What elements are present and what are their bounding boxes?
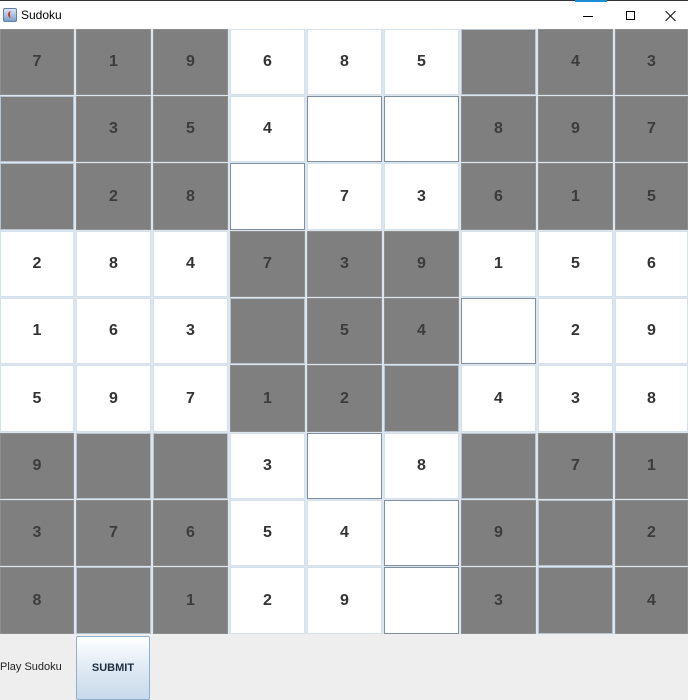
sudoku-cell[interactable]: 2: [0, 231, 74, 297]
sudoku-cell-empty[interactable]: [230, 298, 305, 364]
title-bar: Sudoku: [0, 0, 688, 29]
sudoku-cell[interactable]: 1: [615, 433, 688, 499]
sudoku-cell[interactable]: 3: [384, 163, 459, 230]
sudoku-cell[interactable]: 8: [76, 231, 151, 297]
sudoku-cell[interactable]: 9: [0, 433, 74, 499]
sudoku-cell[interactable]: 1: [76, 29, 151, 95]
sudoku-cell[interactable]: 8: [0, 567, 74, 634]
sudoku-cell[interactable]: 1: [153, 567, 228, 634]
minimize-button[interactable]: [565, 1, 611, 30]
sudoku-cell[interactable]: 3: [461, 567, 536, 634]
sudoku-cell[interactable]: 5: [153, 96, 228, 162]
sudoku-cell[interactable]: 3: [230, 433, 305, 499]
sudoku-cell[interactable]: 4: [615, 567, 688, 634]
bottom-panel: Play Sudoku SUBMIT: [0, 634, 688, 700]
sudoku-cell[interactable]: 7: [615, 96, 688, 162]
sudoku-cell[interactable]: 9: [615, 298, 688, 364]
sudoku-cell[interactable]: 6: [230, 29, 305, 95]
sudoku-cell[interactable]: 3: [307, 231, 382, 297]
sudoku-cell-empty[interactable]: [384, 96, 459, 162]
sudoku-cell[interactable]: 3: [76, 96, 151, 162]
sudoku-cell-empty[interactable]: [461, 29, 536, 95]
submit-button[interactable]: SUBMIT: [76, 636, 150, 700]
sudoku-cell[interactable]: 9: [384, 231, 459, 297]
sudoku-cell[interactable]: 7: [153, 365, 228, 432]
sudoku-cell[interactable]: 9: [307, 567, 382, 634]
sudoku-cell-empty[interactable]: [0, 163, 74, 230]
sudoku-cell[interactable]: 5: [538, 231, 613, 297]
sudoku-cell[interactable]: 7: [76, 500, 151, 566]
close-icon: [665, 10, 677, 22]
sudoku-cell[interactable]: 6: [615, 231, 688, 297]
sudoku-cell[interactable]: 3: [615, 29, 688, 95]
sudoku-cell-empty[interactable]: [384, 500, 459, 566]
sudoku-cell-empty[interactable]: [307, 96, 382, 162]
sudoku-cell-empty[interactable]: [384, 365, 459, 432]
sudoku-cell[interactable]: 5: [384, 29, 459, 95]
sudoku-cell[interactable]: 5: [307, 298, 382, 364]
sudoku-cell[interactable]: 5: [0, 365, 74, 432]
sudoku-grid: 7196854335489728736152847391561635429597…: [0, 29, 688, 634]
sudoku-cell[interactable]: 4: [307, 500, 382, 566]
sudoku-cell[interactable]: 5: [230, 500, 305, 566]
sudoku-cell[interactable]: 6: [76, 298, 151, 364]
sudoku-cell[interactable]: 4: [153, 231, 228, 297]
sudoku-cell[interactable]: 8: [461, 96, 536, 162]
sudoku-cell[interactable]: 3: [153, 298, 228, 364]
sudoku-cell[interactable]: 7: [307, 163, 382, 230]
sudoku-cell[interactable]: 2: [538, 298, 613, 364]
sudoku-cell-empty[interactable]: [461, 433, 536, 499]
sudoku-cell-empty[interactable]: [76, 433, 151, 499]
sudoku-cell[interactable]: 9: [461, 500, 536, 566]
sudoku-cell[interactable]: 2: [230, 567, 305, 634]
sudoku-cell-empty[interactable]: [461, 298, 536, 364]
sudoku-cell-empty[interactable]: [307, 433, 382, 499]
sudoku-cell[interactable]: 1: [461, 231, 536, 297]
sudoku-cell[interactable]: 7: [538, 433, 613, 499]
sudoku-cell[interactable]: 8: [615, 365, 688, 432]
java-app-icon: [3, 8, 17, 22]
sudoku-cell[interactable]: 9: [153, 29, 228, 95]
sudoku-cell[interactable]: 8: [307, 29, 382, 95]
sudoku-cell-empty[interactable]: [384, 567, 459, 634]
sudoku-cell[interactable]: 2: [76, 163, 151, 230]
maximize-button[interactable]: [607, 1, 653, 30]
sudoku-cell[interactable]: 3: [0, 500, 74, 566]
sudoku-cell-empty[interactable]: [538, 567, 613, 634]
sudoku-cell[interactable]: 2: [615, 500, 688, 566]
sudoku-cell[interactable]: 1: [230, 365, 305, 432]
sudoku-cell[interactable]: 6: [153, 500, 228, 566]
maximize-icon: [625, 11, 635, 20]
close-button[interactable]: [648, 1, 688, 30]
sudoku-cell[interactable]: 1: [538, 163, 613, 230]
sudoku-cell[interactable]: 8: [153, 163, 228, 230]
sudoku-cell-empty[interactable]: [538, 500, 613, 566]
window-title: Sudoku: [21, 8, 62, 22]
sudoku-cell[interactable]: 4: [461, 365, 536, 432]
sudoku-cell[interactable]: 9: [538, 96, 613, 162]
status-label: Play Sudoku: [0, 661, 62, 673]
sudoku-cell-empty[interactable]: [0, 96, 74, 162]
sudoku-cell[interactable]: 2: [307, 365, 382, 432]
sudoku-cell[interactable]: 8: [384, 433, 459, 499]
sudoku-cell-empty[interactable]: [230, 163, 305, 230]
sudoku-cell[interactable]: 4: [230, 96, 305, 162]
sudoku-cell[interactable]: 7: [230, 231, 305, 297]
sudoku-cell[interactable]: 6: [461, 163, 536, 230]
minimize-icon: [583, 15, 593, 17]
sudoku-cell[interactable]: 5: [615, 163, 688, 230]
sudoku-cell-empty[interactable]: [76, 567, 151, 634]
sudoku-cell-empty[interactable]: [153, 433, 228, 499]
sudoku-cell[interactable]: 4: [538, 29, 613, 95]
sudoku-cell[interactable]: 1: [0, 298, 74, 364]
sudoku-cell[interactable]: 7: [0, 29, 74, 95]
sudoku-cell[interactable]: 3: [538, 365, 613, 432]
sudoku-cell[interactable]: 4: [384, 298, 459, 364]
sudoku-cell[interactable]: 9: [76, 365, 151, 432]
